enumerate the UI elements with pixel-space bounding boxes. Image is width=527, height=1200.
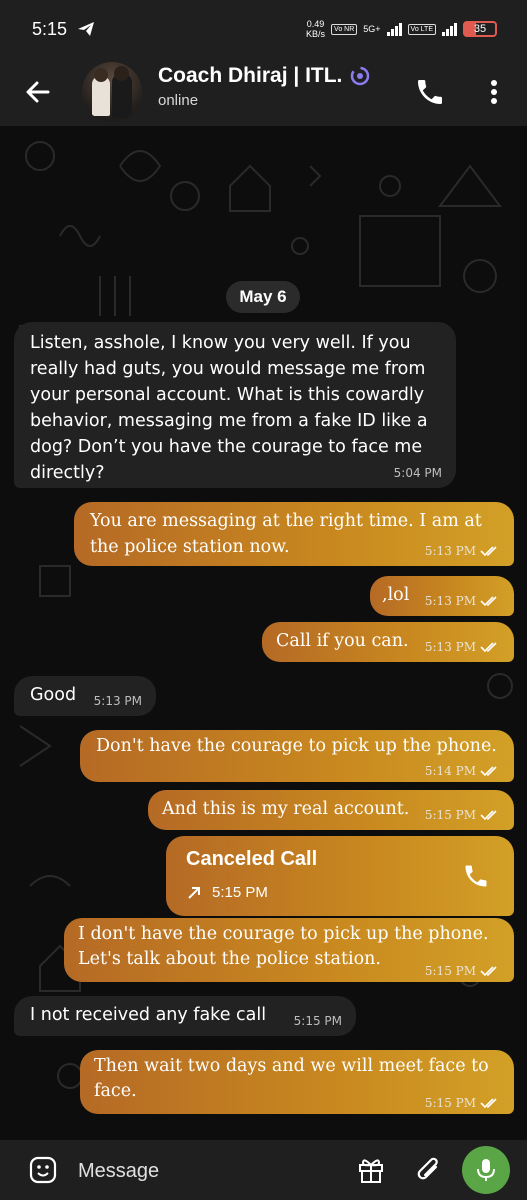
status-bar: 5:15 0.49 KB/s Vo NR 5G+ Vo LTE 35 [0,0,527,58]
double-check-icon [480,966,497,977]
double-check-icon [480,642,497,653]
double-check-icon [480,766,497,777]
outgoing-message[interactable]: Call if you can. 5:13 PM [262,622,514,662]
message-text: Don't have the courage to pick up the ph… [96,736,497,756]
network-speed: 0.49 KB/s [306,19,326,39]
signal-bars-1 [386,22,402,36]
date-separator: May 6 [226,281,300,313]
double-check-icon [480,810,497,821]
message-time-row: 5:13 PM [425,594,500,608]
call-label: Canceled Call [186,848,318,870]
mic-icon [477,1159,495,1181]
message-time: 5:15 PM [293,1014,342,1028]
chat-area[interactable]: May 6 Listen, asshole, I know you very w… [0,126,527,1140]
outgoing-message[interactable]: Don't have the courage to pick up the ph… [80,730,514,782]
battery-level: 35 [473,23,487,35]
call-message[interactable]: Canceled Call 5:15 PM [166,836,514,916]
phone-icon[interactable] [414,76,446,108]
incoming-message[interactable]: Listen, asshole, I know you very well. I… [14,322,456,488]
message-text: And this is my real account. [162,799,410,819]
vo-lte-chip: Vo LTE [407,23,436,35]
message-text: You are messaging at the right time. I a… [90,511,482,557]
incoming-message[interactable]: I not received any fake call 5:15 PM [14,996,356,1036]
outgoing-call-arrow-icon [188,887,200,899]
status-left: 5:15 [32,19,95,40]
message-text: Call if you can. [276,631,409,651]
status-time: 5:15 [32,18,68,39]
message-text: I not received any fake call [30,1005,267,1025]
message-time-row: 5:15 PM [425,808,500,822]
contact-info[interactable]: Coach Dhiraj | ITL. online [158,64,370,109]
outgoing-message[interactable]: Then wait two days and we will meet face… [80,1050,514,1114]
message-text: I don't have the courage to pick up the … [78,924,489,969]
avatar[interactable] [82,62,142,122]
double-check-icon [480,1098,497,1109]
back-arrow-icon[interactable] [20,74,56,110]
message-text: ,lol [382,585,410,605]
contact-status: online [158,92,199,109]
message-time: 5:13 PM [93,694,142,708]
message-text: Good [30,685,77,705]
attach-icon[interactable] [414,1155,444,1185]
chat-header: Coach Dhiraj | ITL. online [0,58,527,126]
vo-nr-chip: Vo NR [331,23,358,35]
message-time-row: 5:13 PM [425,640,500,654]
status-right: 0.49 KB/s Vo NR 5G+ Vo LTE 35 [306,19,497,39]
contact-name-row: Coach Dhiraj | ITL. [158,64,370,88]
call-time-row: 5:15 PM [186,880,268,906]
send-status-icon [78,22,95,36]
gift-icon[interactable] [356,1155,386,1185]
double-check-icon [480,596,497,607]
message-time-row: 5:14 PM [425,764,500,778]
message-time: 5:04 PM [393,466,442,480]
message-composer [0,1140,527,1200]
message-time-row: 5:15 PM [425,964,500,978]
mic-button[interactable] [462,1146,510,1194]
phone-icon[interactable] [462,862,490,890]
outgoing-message[interactable]: You are messaging at the right time. I a… [74,502,514,566]
message-time-row: 5:15 PM [425,1096,500,1110]
outgoing-message[interactable]: ,lol 5:13 PM [370,576,514,616]
emoji-sticker-icon[interactable] [28,1155,58,1185]
more-vert-icon[interactable] [480,76,508,108]
signal-bars-2 [442,22,457,36]
verified-badge-icon [351,66,370,86]
network-type: 5G+ [363,24,381,34]
outgoing-message[interactable]: I don't have the courage to pick up the … [64,918,514,982]
message-text: Listen, asshole, I know you very well. I… [30,333,428,483]
double-check-icon [480,546,497,557]
battery-indicator: 35 [463,21,497,37]
incoming-message[interactable]: Good 5:13 PM [14,676,156,716]
contact-name: Coach Dhiraj | ITL. [158,64,343,87]
message-text: Then wait two days and we will meet face… [94,1056,489,1101]
message-input[interactable] [76,1154,340,1188]
outgoing-message[interactable]: And this is my real account. 5:15 PM [148,790,514,830]
message-time-row: 5:13 PM [425,544,500,558]
